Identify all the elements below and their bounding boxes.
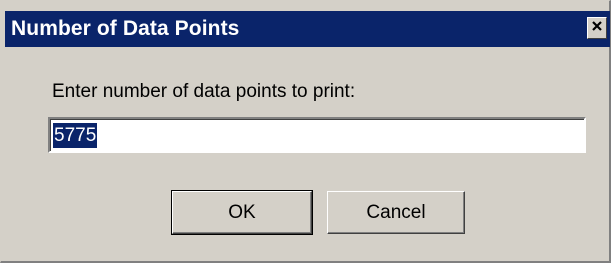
title-bar[interactable]: Number of Data Points	[5, 11, 610, 47]
input-selected-text[interactable]: 5775	[53, 123, 98, 148]
data-points-input[interactable]: 5775	[48, 117, 586, 153]
ok-button[interactable]: OK	[171, 190, 313, 235]
close-button[interactable]	[587, 17, 607, 39]
number-of-data-points-dialog: Number of Data Points Enter number of da…	[0, 0, 611, 263]
cancel-button[interactable]: Cancel	[327, 191, 465, 234]
close-icon	[591, 19, 603, 37]
window-title: Number of Data Points	[11, 17, 240, 40]
prompt-label: Enter number of data points to print:	[52, 81, 356, 102]
